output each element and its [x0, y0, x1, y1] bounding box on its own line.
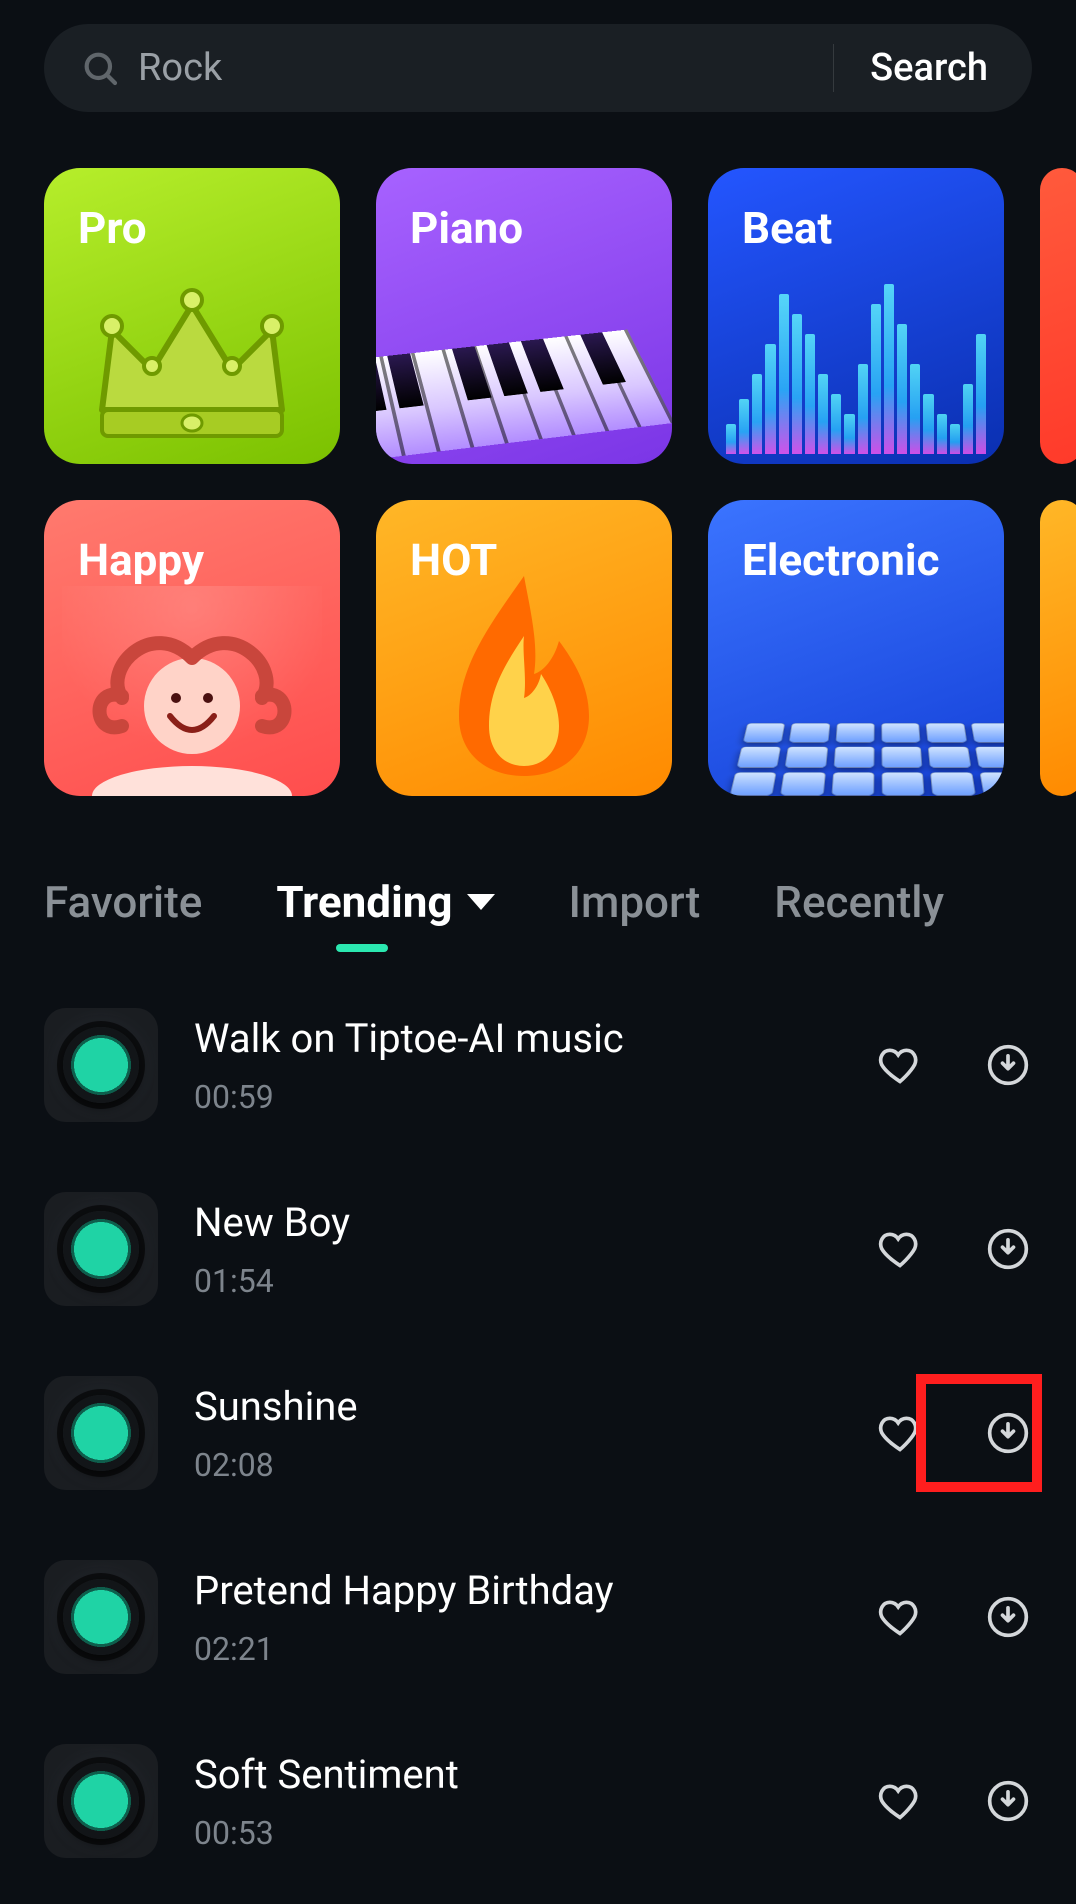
track-row[interactable]: Soft Sentiment 00:53 [44, 1744, 1032, 1858]
download-icon[interactable] [984, 1593, 1032, 1641]
track-row[interactable]: Walk on Tiptoe-AI music 00:59 [44, 1008, 1032, 1122]
track-duration: 02:08 [194, 1446, 876, 1484]
chevron-down-icon [467, 894, 495, 910]
track-title: Sunshine [194, 1383, 876, 1430]
track-title: New Boy [194, 1199, 876, 1246]
category-tile-hot[interactable]: HOT [376, 500, 672, 796]
track-row[interactable]: Pretend Happy Birthday 02:21 [44, 1560, 1032, 1674]
favorite-heart-icon[interactable] [876, 1225, 924, 1273]
search-button[interactable]: Search [834, 46, 1024, 90]
track-duration: 00:59 [194, 1078, 876, 1116]
category-tile-beat[interactable]: Beat [708, 168, 1004, 464]
track-info: Pretend Happy Birthday 02:21 [194, 1567, 876, 1668]
track-actions [876, 1225, 1032, 1273]
track-row[interactable]: Sunshine 02:08 [44, 1376, 1032, 1490]
tab-label: Import [569, 876, 701, 928]
category-tile-edge2[interactable] [1040, 500, 1076, 796]
track-actions [876, 1593, 1032, 1641]
category-tile-piano[interactable]: Piano [376, 168, 672, 464]
category-tile-electronic[interactable]: Electronic [708, 500, 1004, 796]
track-row[interactable]: New Boy 01:54 [44, 1192, 1032, 1306]
tab-recently[interactable]: Recently [774, 876, 944, 928]
tab-favorite[interactable]: Favorite [44, 876, 202, 928]
tab-label: Recently [774, 876, 944, 928]
track-thumbnail[interactable] [44, 1192, 158, 1306]
tab-label: Favorite [44, 876, 202, 928]
track-title: Soft Sentiment [194, 1751, 876, 1798]
tab-label: Trending [276, 876, 452, 928]
track-thumbnail[interactable] [44, 1744, 158, 1858]
track-info: Walk on Tiptoe-AI music 00:59 [194, 1015, 876, 1116]
favorite-heart-icon[interactable] [876, 1409, 924, 1457]
track-info: Sunshine 02:08 [194, 1383, 876, 1484]
favorite-heart-icon[interactable] [876, 1593, 924, 1641]
download-icon[interactable] [984, 1225, 1032, 1273]
category-tile-happy[interactable]: Happy [44, 500, 340, 796]
category-tile-pro[interactable]: Pro [44, 168, 340, 464]
vinyl-disc-icon [63, 1211, 139, 1287]
vinyl-disc-icon [63, 1763, 139, 1839]
track-thumbnail[interactable] [44, 1008, 158, 1122]
favorite-heart-icon[interactable] [876, 1041, 924, 1089]
track-info: Soft Sentiment 00:53 [194, 1751, 876, 1852]
tabs-bar: Favorite Trending Import Recently [0, 876, 1076, 928]
track-title: Pretend Happy Birthday [194, 1567, 876, 1614]
search-input[interactable]: Rock [138, 46, 833, 90]
download-icon[interactable] [984, 1041, 1032, 1089]
vinyl-disc-icon [63, 1395, 139, 1471]
category-label: Pro [78, 202, 147, 254]
track-thumbnail[interactable] [44, 1376, 158, 1490]
track-thumbnail[interactable] [44, 1560, 158, 1674]
category-label: Electronic [742, 534, 940, 586]
track-actions [876, 1777, 1032, 1825]
track-duration: 02:21 [194, 1630, 876, 1668]
search-bar: Rock Search [44, 24, 1032, 112]
track-duration: 00:53 [194, 1814, 876, 1852]
track-list: Walk on Tiptoe-AI music 00:59 New Boy 01:54… [0, 1008, 1076, 1858]
download-icon[interactable] [984, 1409, 1032, 1457]
vinyl-disc-icon [63, 1027, 139, 1103]
track-actions [876, 1409, 1032, 1457]
track-actions [876, 1041, 1032, 1089]
tab-trending[interactable]: Trending [276, 876, 494, 928]
track-title: Walk on Tiptoe-AI music [194, 1015, 876, 1062]
category-label: Beat [742, 202, 832, 254]
download-icon[interactable] [984, 1777, 1032, 1825]
category-label: HOT [410, 534, 497, 586]
track-info: New Boy 01:54 [194, 1199, 876, 1300]
tab-import[interactable]: Import [569, 876, 701, 928]
search-icon [80, 48, 120, 88]
category-grid: Pro Piano Beat Happy HOT Electronic [0, 168, 1076, 796]
category-tile-edge1[interactable] [1040, 168, 1076, 464]
track-duration: 01:54 [194, 1262, 876, 1300]
favorite-heart-icon[interactable] [876, 1777, 924, 1825]
vinyl-disc-icon [63, 1579, 139, 1655]
category-label: Piano [410, 202, 523, 254]
category-label: Happy [78, 534, 204, 586]
